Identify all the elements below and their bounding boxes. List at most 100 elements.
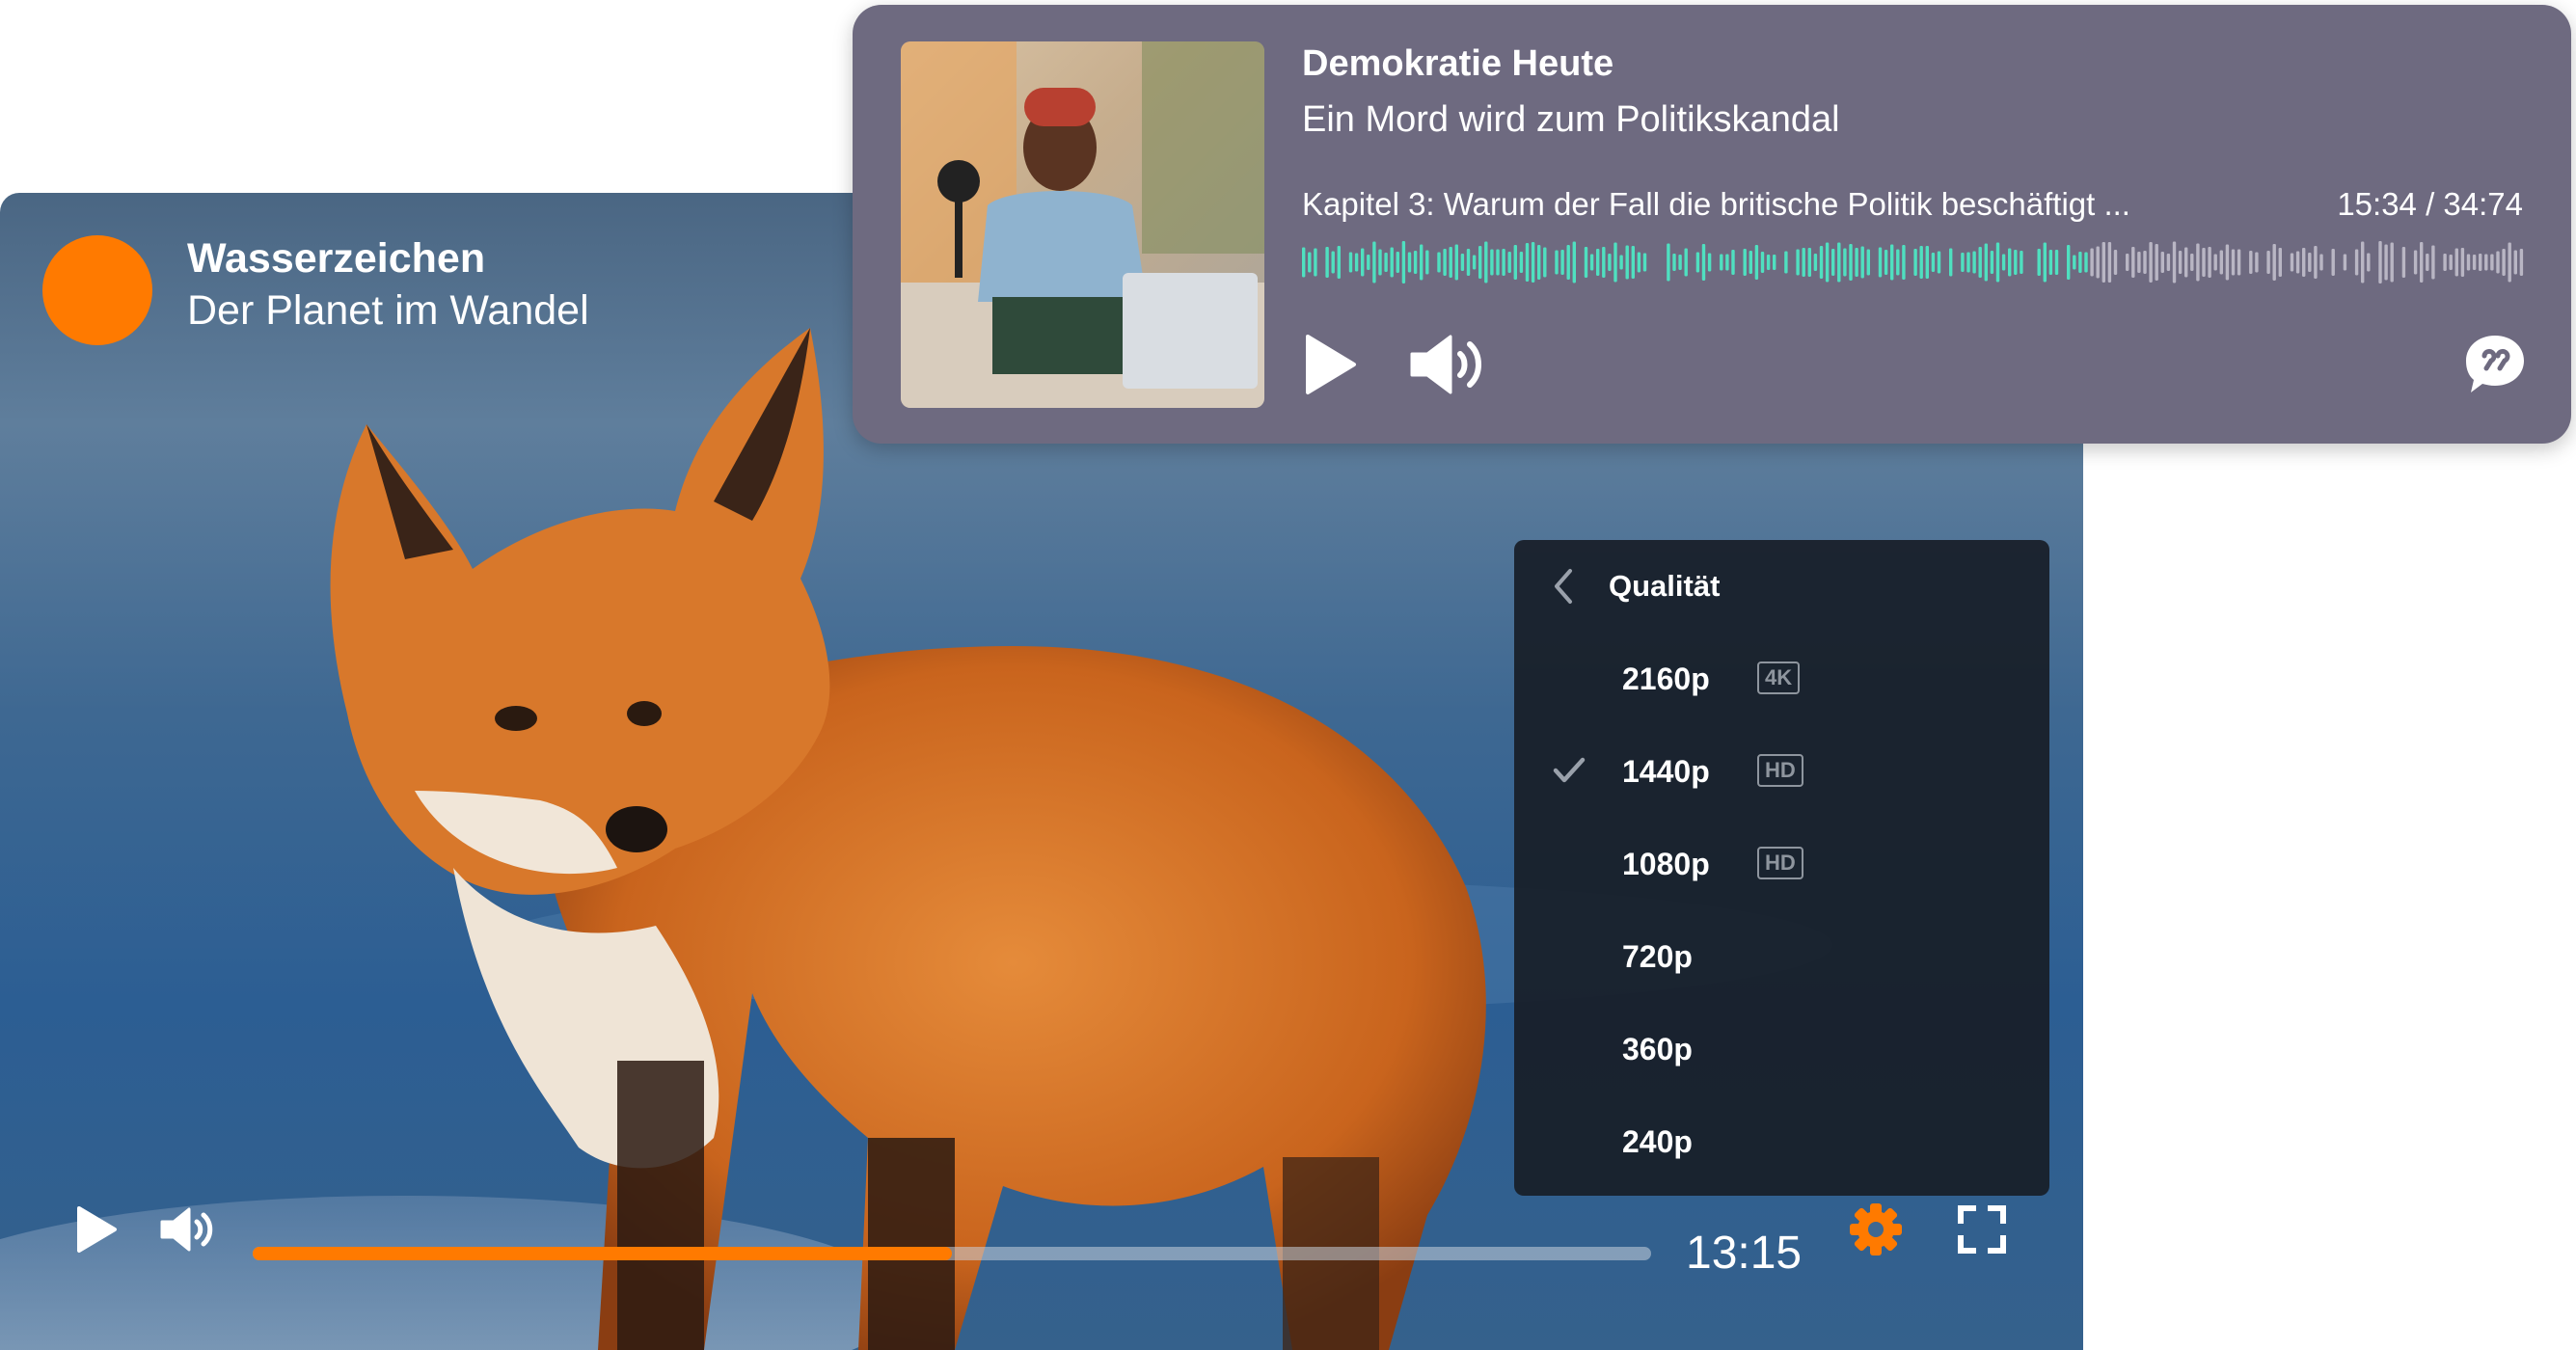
waveform-bar — [2184, 247, 2188, 278]
waveform-bar — [2290, 253, 2294, 272]
waveform-bar — [2166, 254, 2171, 271]
podcast-waveform[interactable] — [1302, 240, 2529, 284]
quality-badge: 4K — [1757, 662, 1801, 694]
quality-badge: HD — [1757, 847, 1803, 879]
podcast-play-button[interactable] — [1302, 331, 1360, 398]
waveform-bar — [1825, 242, 1830, 283]
waveform-bar — [2126, 254, 2129, 271]
quality-option-720p[interactable]: 720p — [1514, 910, 2049, 1003]
progress-fill — [253, 1247, 952, 1260]
waveform-bar — [2208, 247, 2211, 278]
waveform-bar — [2401, 247, 2406, 278]
waveform-bar — [2502, 249, 2506, 276]
waveform-bar — [2390, 242, 2394, 283]
podcast-show-title: Demokratie Heute — [1302, 43, 1614, 84]
quality-option-2160p[interactable]: 2160p 4K — [1514, 633, 2049, 725]
waveform-bar — [1766, 255, 1771, 270]
play-icon — [1306, 335, 1356, 394]
waveform-bar — [1466, 249, 1471, 276]
waveform-bar — [1878, 247, 1883, 278]
volume-icon — [1410, 335, 1481, 394]
quality-option-label: 2160p — [1622, 662, 1710, 696]
waveform-bar — [1507, 252, 1511, 273]
quality-option-label: 360p — [1622, 1032, 1693, 1066]
waveform-bar — [1949, 248, 1953, 277]
quality-option-240p[interactable]: 240p — [1514, 1095, 2049, 1188]
waveform-bar — [1566, 245, 1570, 280]
fullscreen-button[interactable] — [1948, 1196, 2016, 1263]
quality-option-360p[interactable]: 360p — [1514, 1003, 2049, 1095]
waveform-bar — [1472, 255, 1477, 270]
waveform-bar — [1966, 252, 1970, 273]
waveform-bar — [2343, 254, 2347, 271]
waveform-bar — [1749, 251, 1752, 274]
waveform-bar — [1754, 245, 1759, 280]
waveform-bar — [1525, 243, 1530, 282]
progress-bar[interactable] — [253, 1247, 1651, 1260]
waveform-bar — [2231, 249, 2236, 276]
waveform-bar — [1308, 252, 1312, 273]
volume-button[interactable] — [154, 1196, 222, 1263]
waveform-bar — [1325, 247, 1329, 278]
waveform-bar — [1866, 249, 1870, 276]
waveform-bar — [1995, 242, 2000, 283]
waveform-bar — [2508, 242, 2511, 283]
waveform-bar — [1420, 244, 1424, 281]
current-time: 13:15 — [1686, 1228, 1803, 1279]
waveform-bar — [1589, 254, 1594, 271]
waveform-bar — [2490, 254, 2494, 271]
waveform-bar — [1367, 255, 1370, 270]
waveform-bar — [2237, 249, 2241, 276]
podcast-chat-button[interactable] — [2461, 331, 2529, 398]
waveform-bar — [2149, 242, 2153, 283]
waveform-bar — [1425, 250, 1429, 275]
quality-option-1440p[interactable]: 1440p HD — [1514, 725, 2049, 818]
waveform-bar — [1401, 241, 1406, 284]
waveform-bar — [1555, 250, 1559, 275]
waveform-bar — [2361, 241, 2365, 284]
waveform-bar — [1760, 252, 1765, 273]
podcast-episode-title: Ein Mord wird zum Politikskandal — [1302, 99, 1840, 140]
waveform-bar — [1560, 250, 1564, 275]
waveform-bar — [1602, 247, 1606, 278]
waveform-bar — [2278, 248, 2282, 277]
settings-button[interactable] — [1842, 1196, 1910, 1263]
waveform-bar — [1984, 243, 1988, 282]
waveform-bar — [2048, 250, 2053, 275]
quality-menu-header[interactable]: Qualität — [1514, 540, 2049, 633]
podcast-time: 15:34 / 34:74 — [2337, 186, 2523, 222]
waveform-bar — [1701, 244, 1706, 281]
waveform-bar — [2308, 253, 2312, 272]
waveform-bar — [1372, 241, 1376, 284]
waveform-bar — [1437, 252, 1441, 273]
waveform-bar — [1331, 251, 1335, 274]
waveform-bar — [1454, 244, 1458, 281]
waveform-bar — [1855, 248, 1858, 277]
waveform-bar — [1813, 254, 1818, 271]
waveform-bar — [1990, 251, 1994, 274]
quality-menu-title: Qualität — [1609, 569, 1721, 603]
waveform-bar — [2367, 253, 2371, 272]
quality-option-label: 1080p — [1622, 847, 1710, 881]
waveform-bar — [1860, 246, 1864, 279]
quality-option-1080p[interactable]: 1080p HD — [1514, 818, 2049, 910]
waveform-bar — [2213, 254, 2217, 271]
waveform-bar — [2413, 250, 2418, 275]
podcast-volume-button[interactable] — [1408, 331, 1489, 398]
waveform-bar — [1972, 251, 1976, 274]
waveform-bar — [1831, 249, 1835, 276]
waveform-bar — [2113, 250, 2118, 275]
waveform-bar — [1913, 249, 1917, 276]
waveform-bar — [1807, 248, 1811, 277]
waveform-bar — [1537, 245, 1541, 280]
waveform-bar — [2178, 251, 2183, 274]
waveform-bar — [1720, 254, 1723, 271]
chevron-left-icon[interactable] — [1549, 567, 1578, 606]
waveform-bar — [1796, 249, 1800, 276]
waveform-bar — [1348, 252, 1353, 273]
waveform-bar — [1667, 243, 1670, 282]
play-button[interactable] — [68, 1196, 125, 1263]
podcast-chapter: Kapitel 3: Warum der Fall die britische … — [1302, 186, 2130, 222]
waveform-bar — [2378, 241, 2382, 284]
waveform-bar — [1849, 244, 1853, 281]
